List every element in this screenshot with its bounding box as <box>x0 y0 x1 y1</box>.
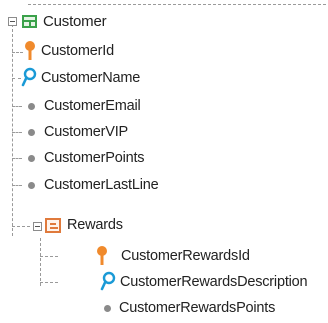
collapse-toggle-customer[interactable] <box>8 17 17 26</box>
attribute-dot-icon <box>104 304 111 312</box>
node-label: Rewards <box>67 217 123 233</box>
branch-line <box>12 158 22 159</box>
branch-line <box>12 106 22 107</box>
primary-key-icon <box>25 41 35 60</box>
tree-top-dashed-border <box>28 4 326 5</box>
level-vertical-guide <box>40 238 41 286</box>
tree-node-customer[interactable]: Customer <box>22 10 107 32</box>
tree-node-attribute[interactable]: CustomerId <box>23 40 114 62</box>
structure-tree: Customer CustomerId CustomerName Custome… <box>0 0 328 323</box>
branch-line <box>12 226 30 227</box>
branch-line <box>40 256 58 257</box>
tree-node-attribute[interactable]: CustomerLastLine <box>28 174 159 196</box>
tree-node-attribute[interactable]: CustomerRewardsDescription <box>100 271 308 293</box>
branch-line <box>12 52 23 53</box>
tree-node-attribute[interactable]: CustomerPoints <box>28 147 145 169</box>
tree-node-attribute[interactable]: CustomerVIP <box>28 121 128 143</box>
branch-line <box>40 282 58 283</box>
primary-key-icon <box>97 246 107 265</box>
transaction-table-icon <box>22 14 37 28</box>
tree-node-attribute[interactable]: CustomerEmail <box>28 95 141 117</box>
branch-line <box>12 132 22 133</box>
node-label: CustomerLastLine <box>44 177 159 193</box>
subtransaction-level-icon <box>45 217 61 233</box>
tree-node-level-rewards[interactable]: Rewards <box>45 214 123 236</box>
tree-node-attribute[interactable]: CustomerRewardsPoints <box>104 297 275 319</box>
tree-node-attribute[interactable]: CustomerRewardsId <box>95 245 250 267</box>
node-label: CustomerId <box>41 43 114 59</box>
root-vertical-guide <box>12 24 13 236</box>
branch-line <box>12 185 22 186</box>
node-label: CustomerRewardsId <box>121 248 250 264</box>
branch-line <box>12 78 21 79</box>
attribute-dot-icon <box>28 181 35 189</box>
description-attribute-icon <box>100 271 116 291</box>
node-label: CustomerPoints <box>44 150 145 166</box>
node-label: CustomerName <box>41 70 141 86</box>
collapse-toggle-rewards[interactable] <box>33 222 42 231</box>
description-attribute-icon <box>21 67 37 87</box>
attribute-dot-icon <box>28 154 35 162</box>
node-label: CustomerVIP <box>44 124 129 140</box>
attribute-dot-icon <box>28 128 35 136</box>
node-label: CustomerEmail <box>44 98 141 114</box>
node-label: CustomerRewardsDescription <box>120 274 308 290</box>
tree-node-attribute[interactable]: CustomerName <box>21 67 140 89</box>
node-label: CustomerRewardsPoints <box>119 300 276 316</box>
node-label: Customer <box>43 12 107 30</box>
attribute-dot-icon <box>28 102 35 110</box>
